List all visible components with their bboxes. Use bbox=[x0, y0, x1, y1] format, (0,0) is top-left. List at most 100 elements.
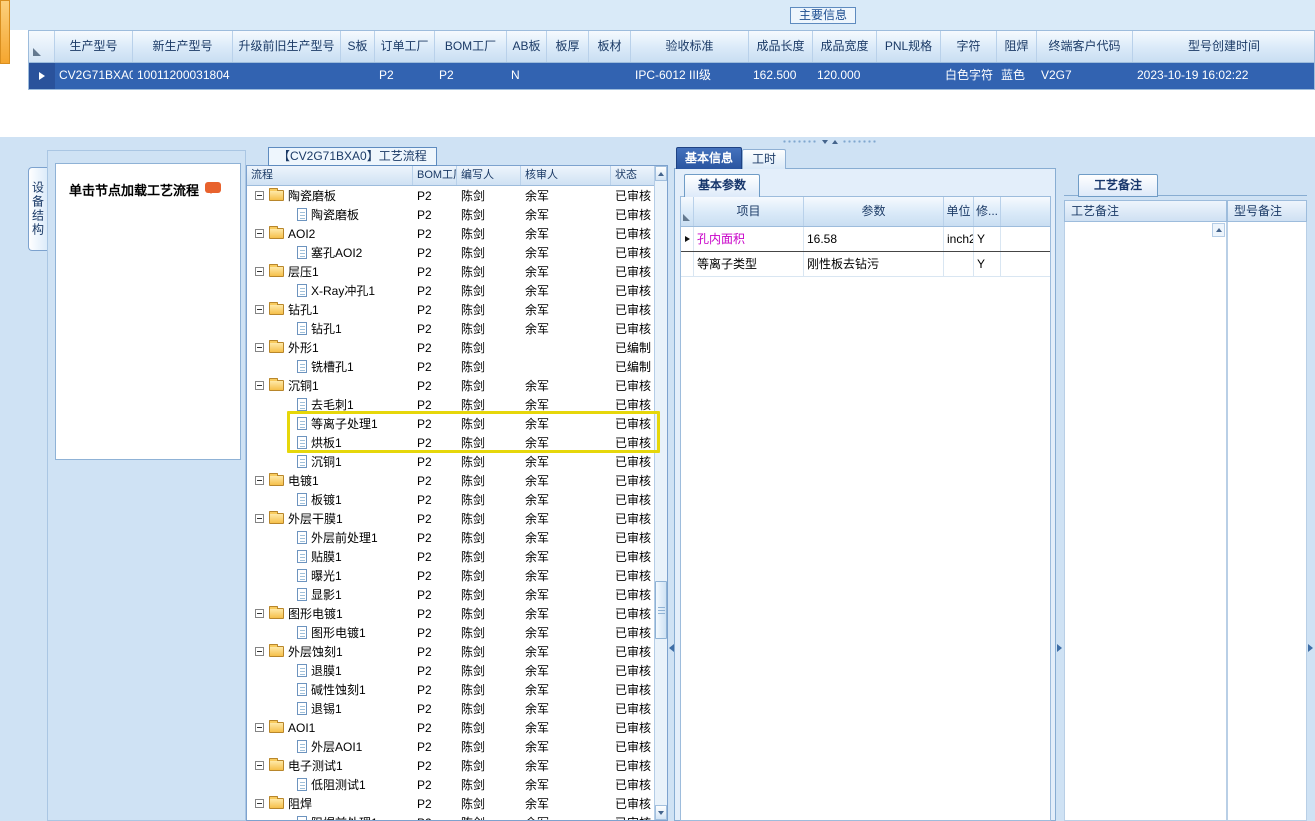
collapsed-dock-strip[interactable] bbox=[0, 0, 10, 64]
tree-row[interactable]: 沉铜1 P2 陈剑 余军 已审核 bbox=[247, 376, 654, 395]
param-row[interactable]: 孔内面积 16.58 inch2 Y bbox=[681, 227, 1050, 252]
main-info-cell[interactable]: 162.500 bbox=[749, 63, 813, 89]
tree-row[interactable]: 外形1 P2 陈剑 已编制 bbox=[247, 338, 654, 357]
splitter-grip[interactable] bbox=[770, 138, 890, 145]
tree-expander-icon[interactable] bbox=[255, 476, 264, 485]
collapse-down-icon[interactable] bbox=[822, 139, 828, 144]
tree-row[interactable]: 钻孔1 P2 陈剑 余军 已审核 bbox=[247, 319, 654, 338]
tree-expander-icon[interactable] bbox=[255, 723, 264, 732]
tree-row[interactable]: 阻焊 P2 陈剑 余军 已审核 bbox=[247, 794, 654, 813]
tree-row[interactable]: 低阻测试1 P2 陈剑 余军 已审核 bbox=[247, 775, 654, 794]
main-info-column-header[interactable]: 订单工厂 bbox=[375, 31, 435, 62]
tree-column-header[interactable]: BOM工厂 bbox=[413, 166, 457, 185]
scroll-up-button[interactable] bbox=[1212, 223, 1225, 237]
main-info-column-header[interactable]: 板材 bbox=[589, 31, 631, 62]
tree-row[interactable]: 钻孔1 P2 陈剑 余军 已审核 bbox=[247, 300, 654, 319]
tab-basic-parameters[interactable]: 基本参数 bbox=[684, 174, 760, 197]
tree-row[interactable]: 外层前处理1 P2 陈剑 余军 已审核 bbox=[247, 528, 654, 547]
main-info-column-header[interactable]: 终端客户代码 bbox=[1037, 31, 1133, 62]
tree-column-header[interactable]: 编写人 bbox=[457, 166, 521, 185]
tree-expander-icon[interactable] bbox=[255, 761, 264, 770]
process-notes-body[interactable] bbox=[1064, 222, 1227, 821]
param-column-header[interactable]: 参数 bbox=[804, 197, 944, 226]
main-info-column-header[interactable]: 新生产型号 bbox=[133, 31, 233, 62]
main-info-cell[interactable]: 蓝色 bbox=[997, 63, 1037, 89]
tree-row[interactable]: AOI1 P2 陈剑 余军 已审核 bbox=[247, 718, 654, 737]
tree-row[interactable]: AOI2 P2 陈剑 余军 已审核 bbox=[247, 224, 654, 243]
tree-row[interactable]: 沉铜1 P2 陈剑 余军 已审核 bbox=[247, 452, 654, 471]
tree-row[interactable]: 烘板1 P2 陈剑 余军 已审核 bbox=[247, 433, 654, 452]
tree-expander-icon[interactable] bbox=[255, 267, 264, 276]
main-info-selected-row[interactable]: CV2G71BXA0 10011200031804 P2 P2 N IPC-6012 II… bbox=[29, 63, 1314, 89]
tree-row[interactable]: 显影1 P2 陈剑 余军 已审核 bbox=[247, 585, 654, 604]
tree-row[interactable]: 贴膜1 P2 陈剑 余军 已审核 bbox=[247, 547, 654, 566]
main-info-cell[interactable]: N bbox=[507, 63, 547, 89]
tree-row[interactable]: 外层干膜1 P2 陈剑 余军 已审核 bbox=[247, 509, 654, 528]
collapse-up-icon[interactable] bbox=[832, 139, 838, 144]
tree-row[interactable]: 铣槽孔1 P2 陈剑 已编制 bbox=[247, 357, 654, 376]
param-value-cell[interactable]: 16.58 bbox=[804, 227, 944, 251]
main-info-column-header[interactable]: 字符 bbox=[941, 31, 997, 62]
tree-row[interactable]: 曝光1 P2 陈剑 余军 已审核 bbox=[247, 566, 654, 585]
tree-row[interactable]: 退膜1 P2 陈剑 余军 已审核 bbox=[247, 661, 654, 680]
main-info-cell[interactable]: 120.000 bbox=[813, 63, 877, 89]
main-info-cell[interactable] bbox=[877, 63, 941, 89]
main-info-cell[interactable]: V2G7 bbox=[1037, 63, 1133, 89]
tree-row[interactable]: 外层蚀刻1 P2 陈剑 余军 已审核 bbox=[247, 642, 654, 661]
main-info-cell[interactable]: IPC-6012 III级 bbox=[631, 63, 749, 89]
tree-expander-icon[interactable] bbox=[255, 647, 264, 656]
tree-row[interactable]: 图形电镀1 P2 陈剑 余军 已审核 bbox=[247, 623, 654, 642]
main-info-cell[interactable]: P2 bbox=[375, 63, 435, 89]
tree-expander-icon[interactable] bbox=[255, 229, 264, 238]
tab-equipment-structure[interactable]: 设备结构 bbox=[28, 167, 47, 251]
tree-row[interactable]: 陶瓷磨板 P2 陈剑 余军 已审核 bbox=[247, 205, 654, 224]
tree-row[interactable]: 电子测试1 P2 陈剑 余军 已审核 bbox=[247, 756, 654, 775]
model-notes-body[interactable] bbox=[1227, 222, 1307, 821]
tree-row[interactable]: 外层AOI1 P2 陈剑 余军 已审核 bbox=[247, 737, 654, 756]
tree-expander-icon[interactable] bbox=[255, 514, 264, 523]
tree-row[interactable]: 陶瓷磨板 P2 陈剑 余军 已审核 bbox=[247, 186, 654, 205]
tab-basic-info[interactable]: 基本信息 bbox=[676, 147, 742, 169]
tab-work-hours[interactable]: 工时 bbox=[742, 149, 786, 169]
main-info-cell[interactable]: 白色字符 bbox=[941, 63, 997, 89]
tree-row[interactable]: 图形电镀1 P2 陈剑 余军 已审核 bbox=[247, 604, 654, 623]
scrollbar-thumb[interactable] bbox=[655, 581, 667, 639]
tree-row[interactable]: 去毛刺1 P2 陈剑 余军 已审核 bbox=[247, 395, 654, 414]
vertical-splitter-right[interactable] bbox=[1307, 146, 1315, 821]
tree-expander-icon[interactable] bbox=[255, 799, 264, 808]
tree-column-header[interactable]: 状态 bbox=[611, 166, 656, 185]
scroll-up-button[interactable] bbox=[655, 166, 667, 181]
tree-expander-icon[interactable] bbox=[255, 305, 264, 314]
main-info-cell[interactable]: 2023-10-19 16:02:22 bbox=[1133, 63, 1315, 89]
main-info-column-header[interactable]: AB板 bbox=[507, 31, 547, 62]
tab-process-notes[interactable]: 工艺备注 bbox=[1078, 174, 1158, 197]
collapse-right-icon[interactable] bbox=[1308, 644, 1313, 652]
tree-row[interactable]: 电镀1 P2 陈剑 余军 已审核 bbox=[247, 471, 654, 490]
selector-header-cell[interactable] bbox=[29, 31, 55, 62]
tree-row[interactable]: 等离子处理1 P2 陈剑 余军 已审核 bbox=[247, 414, 654, 433]
main-info-cell[interactable] bbox=[547, 63, 589, 89]
main-info-cell[interactable] bbox=[589, 63, 631, 89]
main-info-column-header[interactable]: S板 bbox=[341, 31, 375, 62]
vertical-splitter-middle[interactable] bbox=[1056, 146, 1062, 821]
tree-expander-icon[interactable] bbox=[255, 381, 264, 390]
tree-expander-icon[interactable] bbox=[255, 609, 264, 618]
main-info-column-header[interactable]: 阻焊 bbox=[997, 31, 1037, 62]
param-column-header[interactable]: 修... bbox=[974, 197, 1001, 226]
main-info-column-header[interactable]: PNL规格 bbox=[877, 31, 941, 62]
horizontal-splitter[interactable] bbox=[0, 137, 1315, 146]
tree-row[interactable]: 塞孔AOI2 P2 陈剑 余军 已审核 bbox=[247, 243, 654, 262]
tree-expander-icon[interactable] bbox=[255, 191, 264, 200]
tree-row[interactable]: 碱性蚀刻1 P2 陈剑 余军 已审核 bbox=[247, 680, 654, 699]
collapse-right-icon[interactable] bbox=[1057, 644, 1062, 652]
tree-row[interactable]: 层压1 P2 陈剑 余军 已审核 bbox=[247, 262, 654, 281]
tree-column-header[interactable]: 流程 bbox=[247, 166, 413, 185]
param-value-cell[interactable]: 刚性板去钻污 bbox=[804, 252, 944, 276]
param-column-header[interactable]: 单位 bbox=[944, 197, 974, 226]
tree-row[interactable]: 板镀1 P2 陈剑 余军 已审核 bbox=[247, 490, 654, 509]
main-info-column-header[interactable]: BOM工厂 bbox=[435, 31, 507, 62]
main-info-cell[interactable]: 10011200031804 bbox=[133, 63, 233, 89]
param-column-header[interactable]: 项目 bbox=[694, 197, 804, 226]
scroll-down-button[interactable] bbox=[655, 805, 667, 820]
main-info-column-header[interactable]: 验收标准 bbox=[631, 31, 749, 62]
